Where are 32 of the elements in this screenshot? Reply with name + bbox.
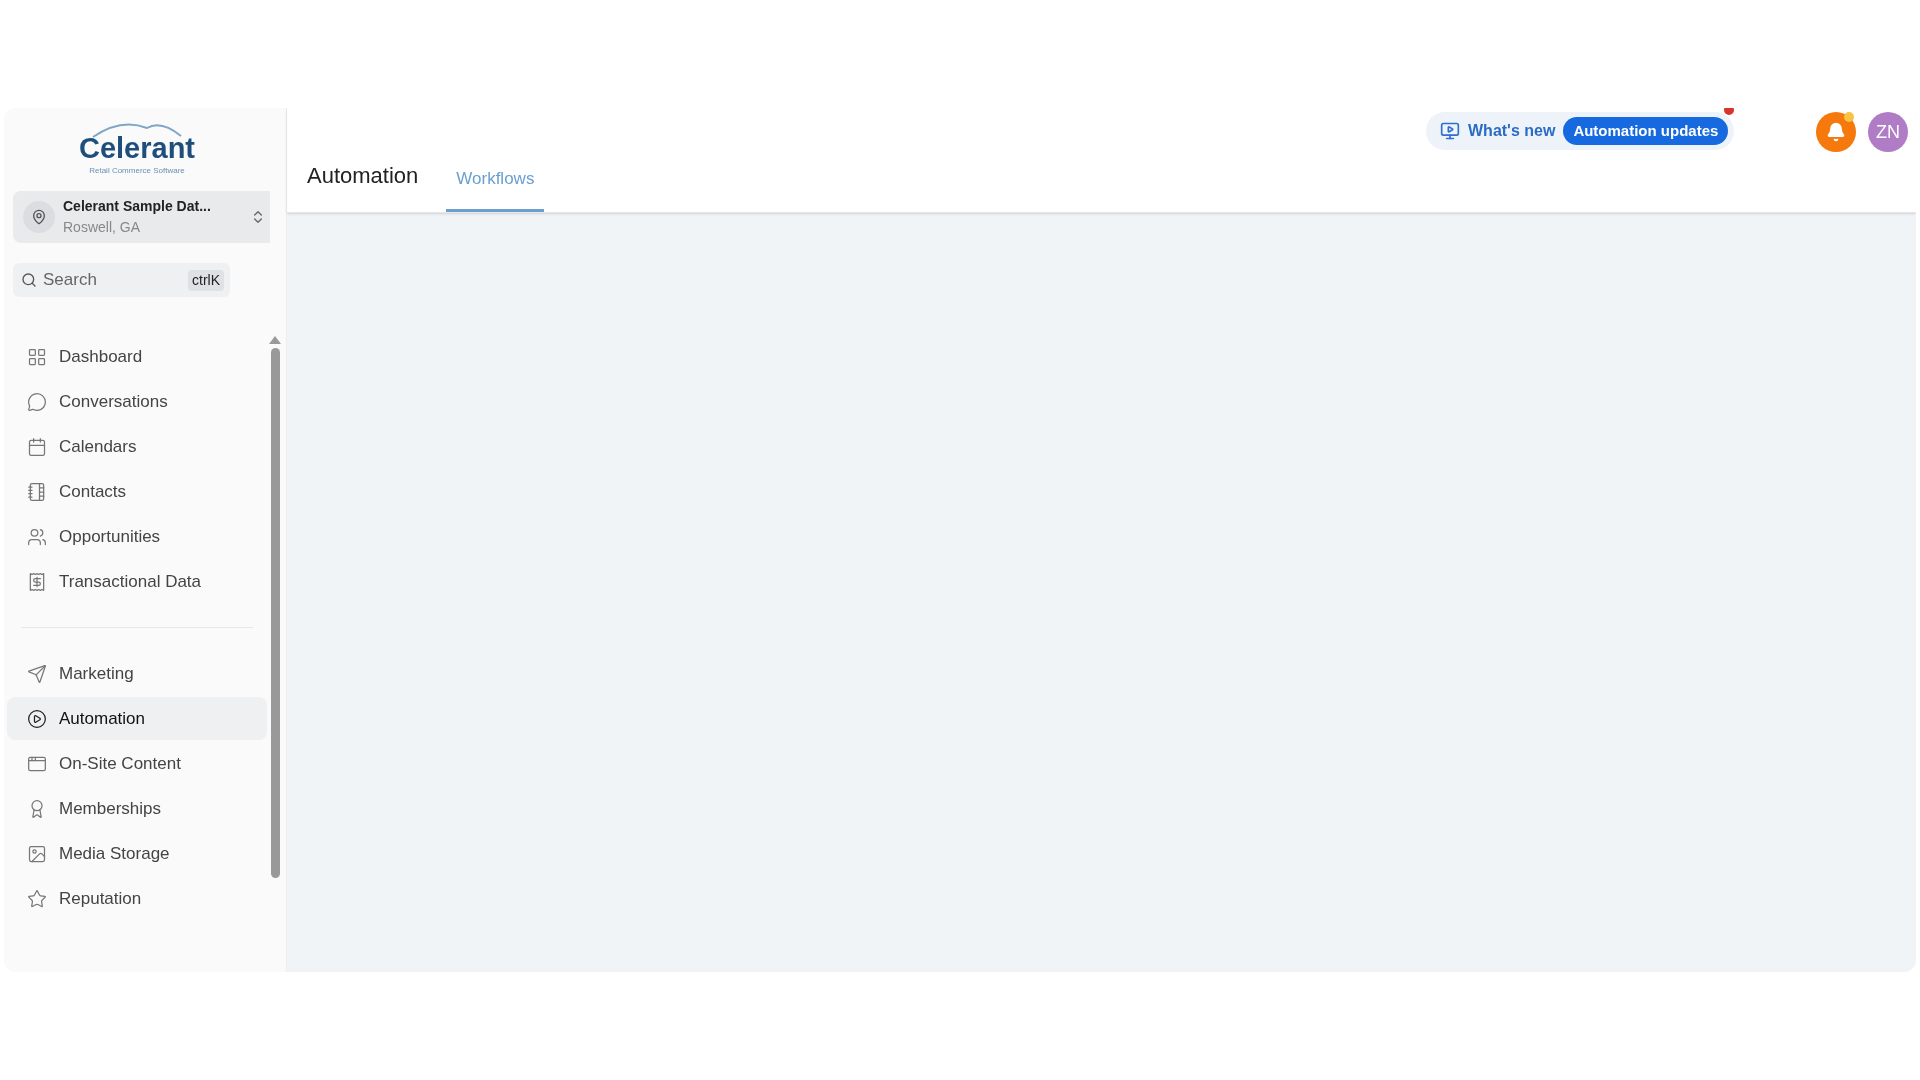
- paper-plane-icon: [27, 663, 47, 684]
- people-icon: [27, 526, 47, 547]
- logo-tagline: Retail Commerce Software: [89, 165, 185, 177]
- nav-item[interactable]: Transactional Data: [13, 560, 261, 603]
- image-icon: [27, 843, 47, 864]
- calendar-icon: [27, 436, 47, 457]
- nav-item[interactable]: Marketing: [7, 652, 267, 695]
- nav-item[interactable]: Dashboard: [13, 335, 261, 378]
- nav-item[interactable]: Opportunities: [13, 515, 261, 558]
- nav-item[interactable]: Calendars: [13, 425, 261, 468]
- nav-item[interactable]: Automation: [7, 697, 267, 740]
- bell-icon: [1826, 122, 1846, 142]
- search-icon: [21, 272, 37, 288]
- nav-item[interactable]: On-Site Content: [7, 742, 267, 785]
- page-title: Automation: [307, 162, 419, 190]
- location-icon: [23, 201, 55, 233]
- notebook-icon: [27, 481, 47, 502]
- notifications-button[interactable]: [1816, 112, 1856, 152]
- grid-icon: [27, 346, 47, 367]
- nav-item[interactable]: Media Storage: [7, 832, 267, 875]
- shortcut-key: ctrlK: [188, 270, 224, 291]
- nav-item[interactable]: Conversations: [13, 380, 261, 423]
- receipt-icon: [27, 571, 47, 592]
- whats-new-label: What's new: [1468, 121, 1556, 141]
- star-icon: [27, 888, 47, 909]
- chat-bubble-icon: [27, 391, 47, 412]
- logo-wordmark: Celerant: [78, 134, 195, 163]
- play-circle-icon: [27, 708, 47, 729]
- nav-item[interactable]: Reputation: [7, 877, 267, 920]
- location-switcher[interactable]: Celerant Sample Dat... Roswell, GA: [13, 191, 270, 243]
- nav-item[interactable]: Memberships: [7, 787, 267, 830]
- nav-item[interactable]: Contacts: [13, 470, 261, 513]
